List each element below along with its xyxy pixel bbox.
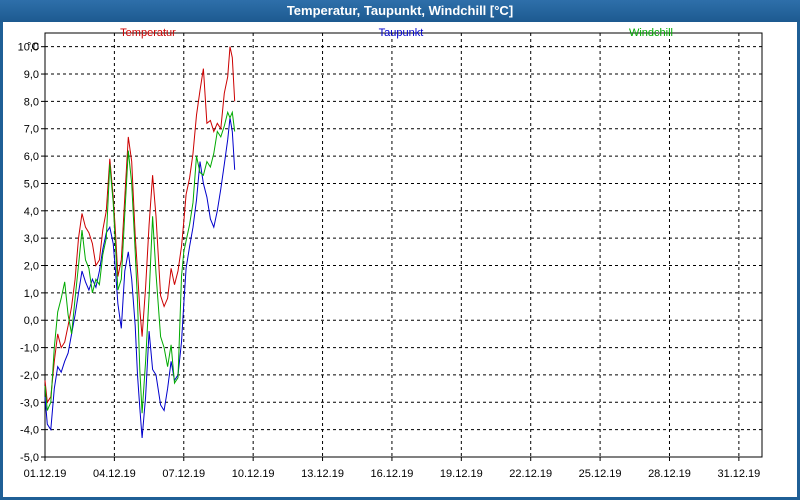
y-axis-label: °C [27, 41, 39, 53]
x-tick-label: 16.12.19 [371, 468, 414, 480]
y-tick-label: -5,0 [20, 452, 39, 464]
x-tick-label: 01.12.19 [24, 468, 67, 480]
y-tick-label: -3,0 [20, 397, 39, 409]
chart-window: Temperatur, Taupunkt, Windchill [°C] 10,… [0, 0, 800, 500]
y-tick-label: -4,0 [20, 425, 39, 437]
x-tick-label: 10.12.19 [232, 468, 275, 480]
y-tick-label: 6,0 [24, 151, 39, 163]
y-tick-label: 7,0 [24, 124, 39, 136]
x-tick-label: 31.12.19 [717, 468, 760, 480]
x-tick-label: 28.12.19 [648, 468, 691, 480]
y-tick-label: 2,0 [24, 261, 39, 273]
legend-label-taupunkt: Taupunkt [379, 27, 424, 39]
plot-frame [44, 32, 763, 458]
plot-area: 10,0 9,0 8,0 7,0 6,0 5,0 4,0 3,0 2,0 1,0 0,0 -1,0 -2… [3, 22, 797, 497]
legend-label-windchill: Windchill [629, 27, 673, 39]
x-tick-label: 13.12.19 [301, 468, 344, 480]
line-chart: 10,09,08,07,06,05,04,03,02,01,00,0-1,0-2… [18, 27, 763, 480]
y-tick-label: 3,0 [24, 233, 39, 245]
x-tick-label: 04.12.19 [93, 468, 136, 480]
y-tick-label: 8,0 [24, 96, 39, 108]
y-tick-label: -1,0 [20, 343, 39, 355]
y-tick-label: 0,0 [24, 315, 39, 327]
window-title: Temperatur, Taupunkt, Windchill [°C] [0, 0, 800, 22]
y-tick-label: 1,0 [24, 288, 39, 300]
y-tick-label: 9,0 [24, 69, 39, 81]
y-tick-label: 4,0 [24, 206, 39, 218]
x-tick-label: 07.12.19 [162, 468, 205, 480]
y-tick-label: 5,0 [24, 178, 39, 190]
legend-label-temperatur: Temperatur [120, 27, 176, 39]
x-tick-label: 19.12.19 [440, 468, 483, 480]
x-tick-label: 22.12.19 [509, 468, 552, 480]
y-tick-label: -2,0 [20, 370, 39, 382]
x-tick-label: 25.12.19 [579, 468, 622, 480]
